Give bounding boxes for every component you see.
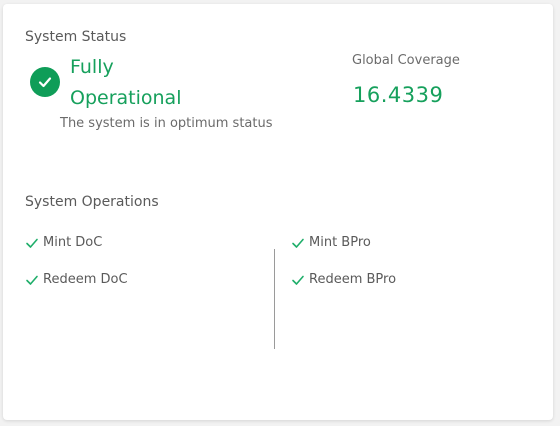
operation-item-redeem-doc: Redeem DoC	[25, 272, 128, 287]
system-status-card: System Status Fully Operational The syst…	[3, 4, 553, 420]
check-icon	[25, 273, 39, 287]
operation-item-mint-bpro: Mint BPro	[291, 235, 371, 250]
check-circle-icon	[30, 67, 60, 97]
operation-label: Mint BPro	[309, 235, 371, 250]
check-icon	[291, 236, 305, 250]
operations-divider	[274, 249, 275, 349]
global-coverage-label: Global Coverage	[352, 53, 460, 68]
operation-label: Redeem DoC	[43, 272, 128, 287]
operation-item-mint-doc: Mint DoC	[25, 235, 102, 250]
status-headline-line2: Operational	[70, 87, 182, 109]
check-icon	[25, 236, 39, 250]
operation-label: Redeem BPro	[309, 272, 397, 287]
system-status-title: System Status	[25, 29, 127, 45]
operation-item-redeem-bpro: Redeem BPro	[291, 272, 396, 287]
status-description: The system is in optimum status	[60, 116, 273, 131]
status-headline: Fully Operational	[70, 52, 250, 114]
operation-label: Mint DoC	[43, 235, 103, 250]
global-coverage-value: 16.4339	[353, 83, 444, 107]
system-operations-title: System Operations	[25, 194, 159, 210]
check-icon	[291, 273, 305, 287]
status-headline-line1: Fully	[70, 56, 114, 78]
